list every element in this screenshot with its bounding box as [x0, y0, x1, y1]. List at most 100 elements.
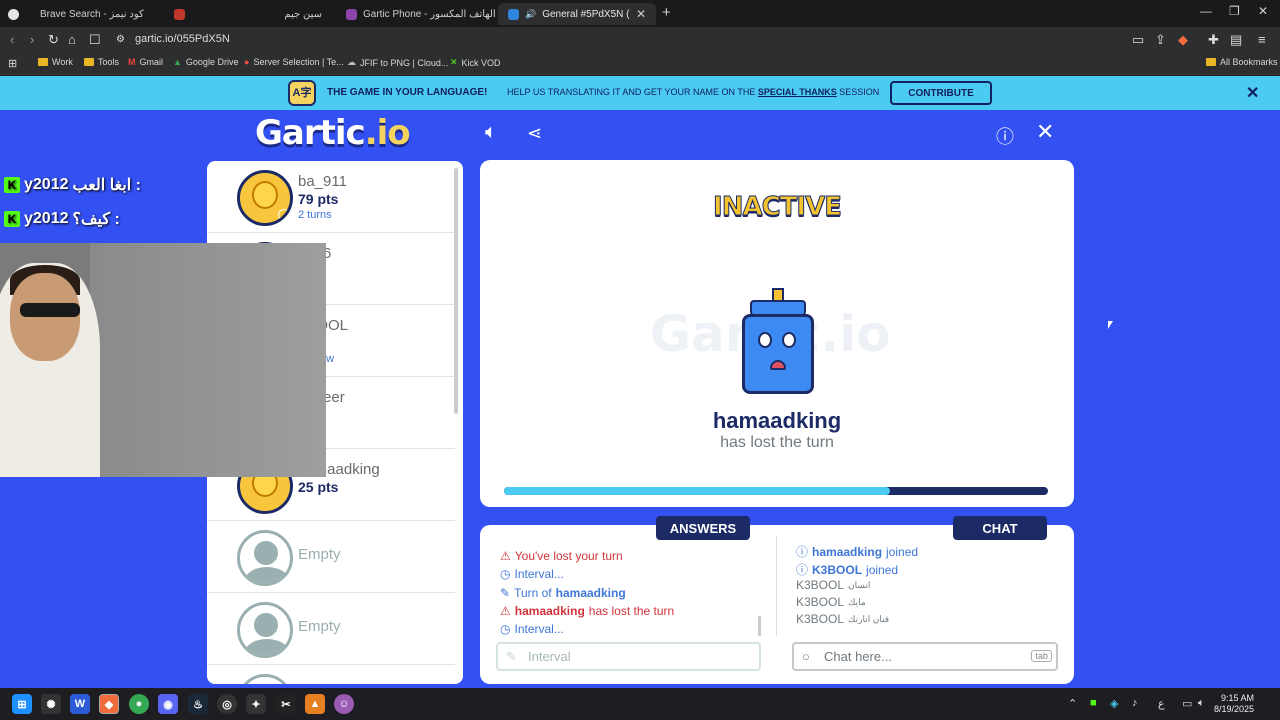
sidebar-icon[interactable]: ▤: [1230, 32, 1242, 48]
language-indicator[interactable]: ع: [1158, 697, 1165, 710]
vlc-icon[interactable]: ▲: [305, 694, 325, 714]
pencil-icon: ✎: [506, 649, 517, 664]
home-icon[interactable]: ⌂: [68, 32, 76, 47]
chat-input[interactable]: ○ Chat here... tab: [792, 642, 1058, 671]
reload-icon[interactable]: ↻: [48, 32, 59, 48]
league-icon[interactable]: ✦: [246, 694, 266, 714]
answers-scrollbar[interactable]: [758, 616, 761, 636]
apps-icon[interactable]: ⊞: [8, 57, 17, 70]
extensions-icon[interactable]: ✚: [1208, 32, 1219, 48]
stream-chat-message: K y2012 ابغا العب :: [4, 175, 141, 195]
banner-title: THE GAME IN YOUR LANGUAGE!: [327, 87, 488, 98]
tab-gartic-phone[interactable]: Gartic Phone - لعبة الهاتف المكسور: [336, 3, 496, 25]
special-thanks-link[interactable]: SPECIAL THANKS: [758, 87, 837, 97]
steam-icon[interactable]: ♨: [188, 694, 208, 714]
chrome-icon[interactable]: ●: [129, 694, 149, 714]
address-bar: ‹ › ↻ ⌂ ☐ ⚙ gartic.io/055PdX5N ▭ ⇪ ◆ ✚ ▤…: [0, 27, 1280, 53]
chat-placeholder: Chat here...: [824, 649, 892, 664]
log-text: Interval...: [514, 622, 564, 636]
brave-icon[interactable]: ◆: [99, 694, 119, 714]
capcut-icon[interactable]: ✂: [276, 694, 296, 714]
turn-progress-fill: [504, 487, 891, 495]
tab-close-icon[interactable]: ✕: [636, 7, 646, 21]
chat-user: hamaadking: [812, 544, 883, 559]
close-window-button[interactable]: ✕: [1258, 4, 1268, 18]
chat-user: y2012: [24, 176, 69, 193]
player-row[interactable]: ba_911 79 pts 2 turns: [207, 161, 455, 233]
volume-icon[interactable]: 🔈︎: [1198, 697, 1205, 710]
tab-gartic-io-active[interactable]: 🔊 General #5PdX5N (العربية) - G ✕: [498, 3, 656, 25]
answer-log-item: ◷ Interval...: [500, 567, 564, 581]
drive-icon: ▲: [173, 57, 182, 67]
speaker-icon: 🔊: [525, 8, 537, 19]
tab-answers[interactable]: ANSWERS: [656, 516, 750, 540]
sound-icon[interactable]: 🔈︎: [485, 121, 497, 144]
tray-app-icon[interactable]: ■: [1090, 697, 1097, 709]
answer-log-item: ⚠ hamaadking has lost the turn: [500, 604, 674, 618]
chatgpt-icon[interactable]: ✺: [41, 694, 61, 714]
bookmark-kick-vod[interactable]: ✕ Kick VOD: [450, 57, 501, 68]
new-tab-button[interactable]: +: [662, 4, 671, 21]
players-scrollbar[interactable]: [454, 168, 458, 414]
bookmark-jfif-png[interactable]: ☁ JFIF to PNG | Cloud...: [347, 57, 448, 68]
banner-close-icon[interactable]: ✕: [1246, 83, 1259, 103]
url-field[interactable]: gartic.io/055PdX5N: [135, 33, 230, 45]
wifi-icon[interactable]: ▭: [1182, 697, 1192, 710]
folder-icon: [84, 58, 94, 66]
microphone-icon[interactable]: ♪: [1132, 697, 1138, 709]
minimize-button[interactable]: —: [1200, 4, 1212, 18]
obs-icon[interactable]: ◎: [217, 694, 237, 714]
tab-seen-jeem[interactable]: سين جيم: [172, 3, 332, 25]
bookmark-work[interactable]: Work: [38, 57, 73, 67]
forward-icon[interactable]: ›: [30, 32, 34, 47]
drawing-canvas[interactable]: INACTIVE Gartic.io hamaadking has lost t…: [480, 160, 1074, 507]
discord-icon[interactable]: ◉: [158, 694, 178, 714]
bookmark-gmail[interactable]: M Gmail: [128, 57, 163, 67]
pencil-icon: ✎: [500, 586, 511, 600]
chat-text: فنان انارنك: [848, 613, 890, 624]
sad-paint-can-icon: [732, 288, 822, 400]
chat-log-item: K3BOOL انسان: [796, 578, 870, 592]
logo-main: Gartic: [255, 113, 366, 153]
bookmark-server-selection[interactable]: ● Server Selection | Te...: [244, 57, 344, 67]
windows-start-icon[interactable]: ⊞: [12, 694, 32, 714]
exit-icon[interactable]: ✕: [1036, 119, 1054, 145]
tab-label: Brave Search - كود نيمز: [40, 8, 144, 20]
brave-shields-icon[interactable]: ◆: [1178, 32, 1188, 48]
contribute-button[interactable]: CONTRIBUTE: [890, 81, 992, 105]
brave-menu-icon[interactable]: [4, 3, 24, 25]
tray-network-app-icon[interactable]: ◈: [1110, 697, 1118, 710]
all-bookmarks[interactable]: All Bookmarks: [1206, 57, 1278, 67]
maximize-button[interactable]: ❐: [1229, 4, 1240, 18]
bookmark-label: Server Selection | Te...: [253, 57, 344, 67]
clock-date: 8/19/2025: [1214, 704, 1255, 714]
server-icon: ●: [244, 57, 250, 67]
tray-chevron-icon[interactable]: ⌃: [1068, 697, 1077, 710]
share-icon[interactable]: ⇪: [1155, 32, 1166, 48]
share-icon[interactable]: ⋖: [527, 123, 542, 144]
bookmark-icon[interactable]: ☐: [89, 32, 101, 48]
answer-input[interactable]: ✎ Interval: [496, 642, 761, 671]
bookmark-tools[interactable]: Tools: [84, 57, 119, 67]
system-clock[interactable]: 9:15 AM 8/19/2025: [1214, 693, 1254, 715]
menu-icon[interactable]: ≡: [1258, 32, 1266, 47]
panel-divider: [776, 536, 777, 636]
cast-icon[interactable]: ▭: [1132, 32, 1144, 48]
tab-chat[interactable]: CHAT: [953, 516, 1047, 540]
bookmark-label: Work: [52, 57, 73, 67]
info-icon[interactable]: ⓘ: [996, 123, 1014, 149]
log-text: has lost the turn: [588, 604, 675, 618]
site-settings-icon[interactable]: ⚙: [116, 34, 125, 45]
app-icon[interactable]: ☺: [334, 694, 354, 714]
avatar-placeholder: [237, 674, 293, 684]
back-icon[interactable]: ‹: [10, 32, 14, 47]
bookmark-google-drive[interactable]: ▲ Google Drive: [173, 57, 238, 67]
tab-favicon: [174, 8, 185, 20]
turn-player-name: hamaadking: [712, 408, 842, 433]
word-icon[interactable]: W: [70, 694, 90, 714]
log-text: Interval...: [514, 567, 564, 581]
bookmark-label: Tools: [98, 57, 120, 67]
tab-brave-search[interactable]: Brave Search - كود نيمز: [30, 3, 170, 25]
chat-user: K3BOOL: [796, 612, 845, 626]
banner-subtitle: HELP US TRANSLATING IT AND GET YOUR NAME…: [507, 87, 879, 97]
